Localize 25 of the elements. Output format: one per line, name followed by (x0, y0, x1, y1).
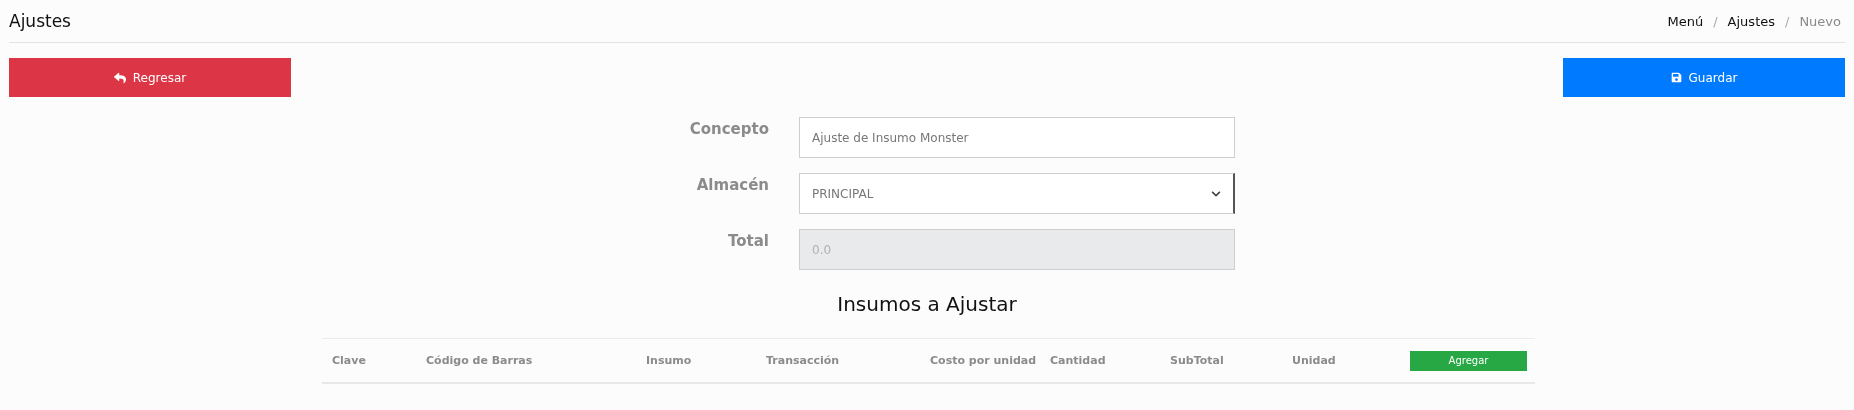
column-header: Unidad (1292, 354, 1337, 367)
back-button[interactable]: Regresar (9, 58, 291, 97)
column-header: SubTotal (1170, 354, 1225, 367)
chevron-down-icon (1211, 188, 1221, 199)
column-header: Transacción (766, 354, 841, 367)
column-header: Cantidad (1050, 354, 1107, 367)
column-header: Costo por unidad (930, 354, 1038, 367)
select-field[interactable]: PRINCIPAL (799, 173, 1235, 214)
column-header: Clave (332, 354, 367, 367)
breadcrumb-item: Nuevo (1799, 13, 1841, 29)
column-header: Código de Barras (426, 354, 534, 367)
field-label: Concepto (688, 119, 769, 140)
text-field[interactable]: Ajuste de Insumo Monster (799, 117, 1235, 158)
field-label: Total (727, 231, 769, 252)
breadcrumb-item[interactable]: Ajustes (1727, 13, 1775, 29)
breadcrumb-separator: / (1785, 13, 1790, 29)
save-button[interactable]: Guardar (1563, 58, 1845, 97)
section-title: Insumos a Ajustar (836, 292, 1018, 316)
breadcrumb-item[interactable]: Menú (1667, 13, 1704, 29)
page-title: Ajustes (9, 11, 71, 31)
column-header: Insumo (646, 354, 693, 367)
add-button[interactable]: Agregar (1410, 350, 1527, 371)
field-label: Almacén (695, 175, 769, 196)
breadcrumb-separator: / (1713, 13, 1718, 29)
reply-arrow-icon (113, 71, 126, 84)
